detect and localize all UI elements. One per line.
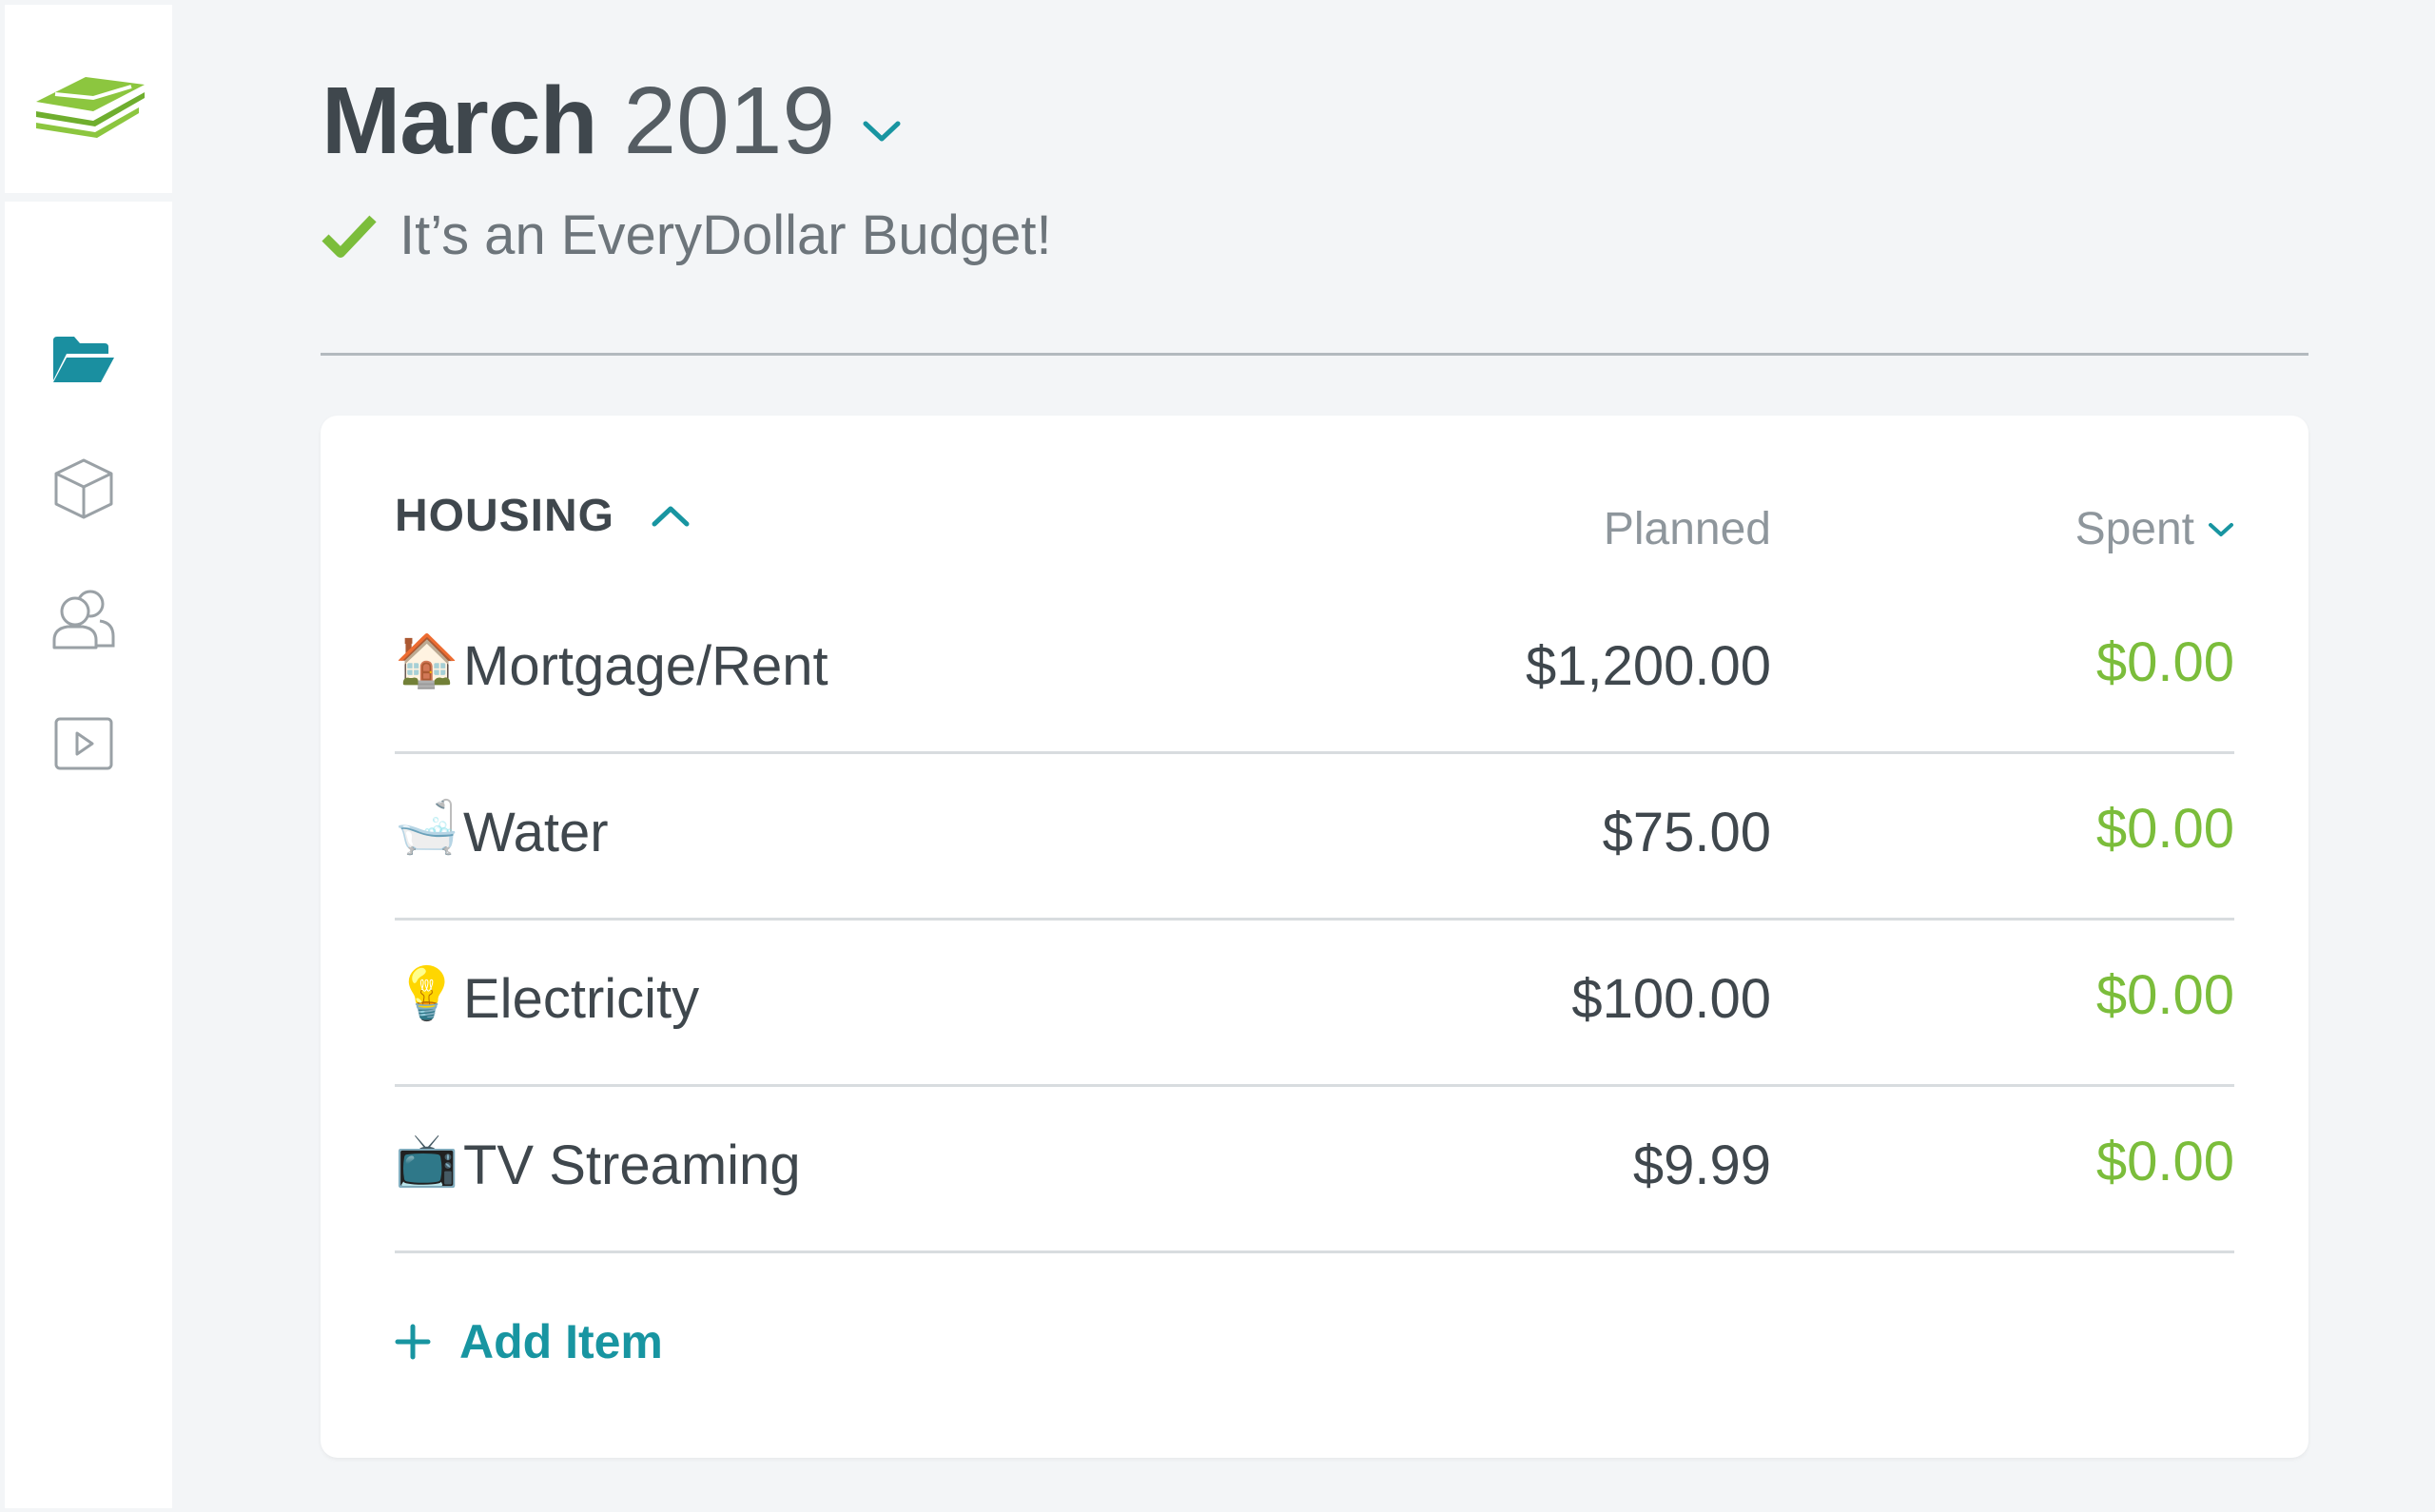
everydollar-logo-icon bbox=[36, 77, 145, 138]
budget-status: It’s an EveryDollar Budget! bbox=[321, 204, 1052, 267]
chevron-up-icon[interactable] bbox=[651, 504, 691, 529]
checkmark-icon bbox=[321, 213, 377, 259]
box-icon bbox=[54, 458, 113, 519]
item-spent-amount: $0.00 bbox=[2095, 798, 2234, 860]
item-name[interactable]: TV Streaming bbox=[463, 1134, 801, 1197]
item-spent-amount: $0.00 bbox=[2095, 964, 2234, 1026]
folder-open-icon bbox=[53, 337, 114, 382]
item-spent-amount: $0.00 bbox=[2095, 1131, 2234, 1192]
add-item-button[interactable]: Add Item bbox=[395, 1314, 663, 1369]
budget-group-card: HOUSING Planned Spent 🏠 Mortgage/Rent $1… bbox=[321, 416, 2308, 1458]
television-icon: 📺 bbox=[395, 1130, 459, 1190]
month-name: March bbox=[321, 68, 598, 174]
add-item-label: Add Item bbox=[459, 1315, 663, 1368]
nav-people[interactable] bbox=[47, 584, 121, 652]
budget-item-row[interactable]: 📺 TV Streaming $9.99 $0.00 bbox=[395, 1084, 2234, 1253]
month-year: 2019 bbox=[623, 68, 835, 174]
item-name[interactable]: Electricity bbox=[463, 967, 699, 1031]
header-divider bbox=[321, 353, 2308, 356]
item-planned-amount[interactable]: $1,200.00 bbox=[1526, 634, 1771, 698]
sidebar-nav bbox=[5, 202, 172, 1508]
spent-column-header: Spent bbox=[2075, 504, 2194, 554]
budget-item-row[interactable]: 💡 Electricity $100.00 $0.00 bbox=[395, 918, 2234, 1087]
nav-transactions[interactable] bbox=[47, 455, 121, 523]
item-planned-amount[interactable]: $100.00 bbox=[1571, 967, 1771, 1031]
spent-column-toggle[interactable]: Spent bbox=[2075, 503, 2234, 555]
nav-videos[interactable] bbox=[47, 709, 121, 778]
play-icon bbox=[54, 717, 113, 770]
planned-column-header: Planned bbox=[1603, 504, 1771, 554]
chevron-down-icon[interactable] bbox=[862, 119, 902, 148]
item-planned-amount[interactable]: $75.00 bbox=[1603, 801, 1771, 864]
logo[interactable] bbox=[5, 5, 172, 193]
item-name[interactable]: Water bbox=[463, 801, 609, 864]
app: March 2019 It’s an EveryDollar Budget! H… bbox=[0, 0, 2435, 1512]
house-icon: 🏠 bbox=[395, 630, 459, 690]
month-selector[interactable]: March 2019 bbox=[321, 67, 902, 176]
item-planned-amount[interactable]: $9.99 bbox=[1633, 1134, 1771, 1197]
lightbulb-icon: 💡 bbox=[395, 963, 459, 1023]
budget-item-row[interactable]: 🏠 Mortgage/Rent $1,200.00 $0.00 bbox=[395, 585, 2234, 754]
nav-budget[interactable] bbox=[47, 325, 121, 394]
item-spent-amount: $0.00 bbox=[2095, 631, 2234, 693]
users-icon bbox=[52, 590, 115, 649]
group-header-toggle[interactable]: HOUSING bbox=[395, 490, 691, 542]
group-title: HOUSING bbox=[395, 491, 615, 541]
budget-item-row[interactable]: 🛁 Water $75.00 $0.00 bbox=[395, 751, 2234, 921]
bathtub-icon: 🛁 bbox=[395, 797, 459, 857]
budget-status-text: It’s an EveryDollar Budget! bbox=[399, 204, 1052, 266]
item-name[interactable]: Mortgage/Rent bbox=[463, 634, 828, 698]
chevron-down-icon bbox=[2209, 522, 2233, 536]
plus-icon bbox=[395, 1324, 431, 1360]
